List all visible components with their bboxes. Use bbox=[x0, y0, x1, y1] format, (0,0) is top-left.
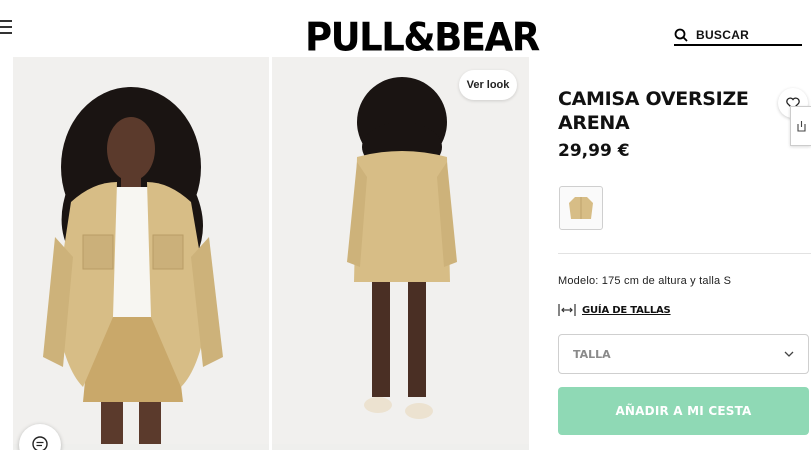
product-title: CAMISA OVERSIZE ARENA bbox=[558, 88, 749, 134]
color-swatch[interactable] bbox=[559, 186, 603, 230]
size-guide-link[interactable]: GUÍA DE TALLAS bbox=[558, 303, 671, 317]
jacket-thumbnail bbox=[569, 197, 593, 219]
search-field[interactable]: BUSCAR bbox=[674, 26, 802, 46]
divider bbox=[558, 253, 811, 254]
ruler-icon bbox=[558, 304, 576, 316]
side-share-tab[interactable] bbox=[790, 106, 811, 146]
product-price: 29,99 € bbox=[558, 141, 630, 161]
next-photo-strip bbox=[272, 444, 529, 450]
chevron-down-icon bbox=[784, 351, 794, 357]
search-icon bbox=[674, 28, 688, 42]
model-back-illustration bbox=[272, 57, 529, 444]
chat-icon bbox=[32, 436, 48, 450]
search-label: BUSCAR bbox=[696, 28, 750, 42]
model-info: Modelo: 175 cm de altura y talla S bbox=[558, 275, 732, 287]
brand-logo[interactable]: PULL&BEAR bbox=[305, 15, 540, 61]
hamburger-menu-icon[interactable] bbox=[0, 18, 12, 36]
add-to-cart-label: AÑADIR A MI CESTA bbox=[615, 404, 752, 418]
size-select-placeholder: TALLA bbox=[573, 347, 611, 361]
ver-look-button[interactable]: Ver look bbox=[459, 70, 517, 100]
size-guide-label: GUÍA DE TALLAS bbox=[582, 304, 671, 316]
product-photo-front[interactable] bbox=[13, 57, 269, 444]
size-select[interactable]: TALLA bbox=[558, 334, 809, 374]
product-photo-back[interactable] bbox=[272, 57, 529, 444]
add-to-cart-button[interactable]: AÑADIR A MI CESTA bbox=[558, 387, 809, 435]
model-front-illustration bbox=[13, 57, 269, 444]
share-icon bbox=[797, 121, 806, 132]
